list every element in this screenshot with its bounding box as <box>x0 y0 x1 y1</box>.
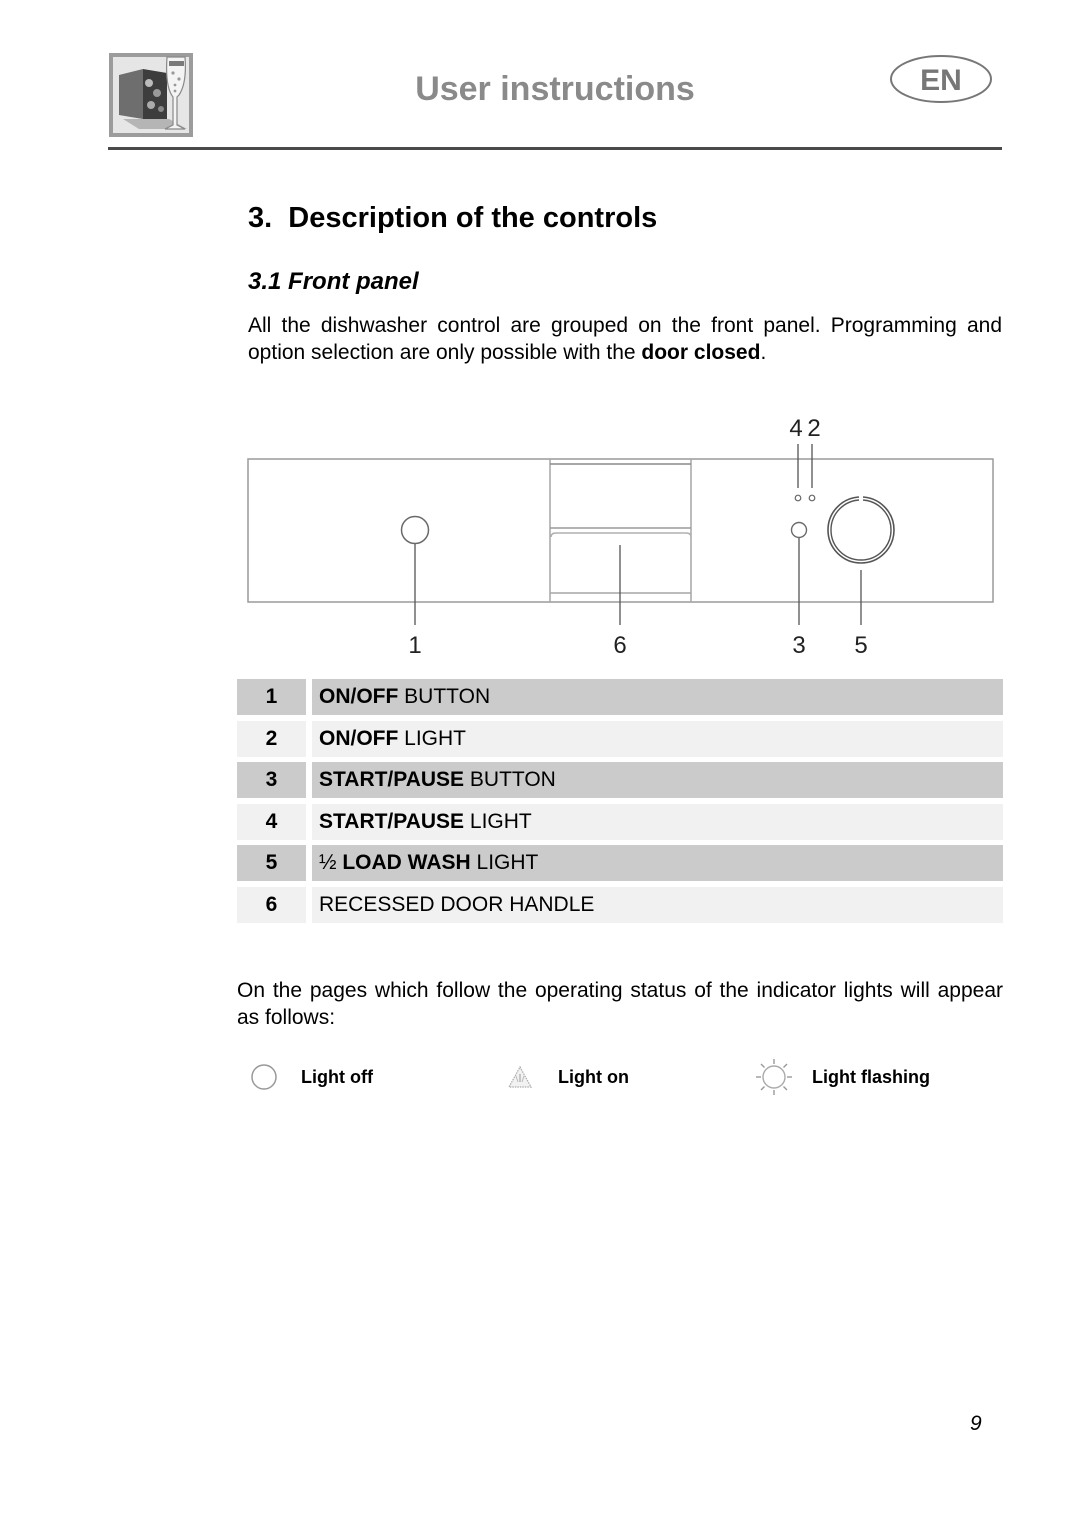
indicator-light-on: Light on <box>506 1057 629 1097</box>
table-row: 6 RECESSED DOOR HANDLE <box>237 886 1003 923</box>
label-normal: RECESSED DOOR HANDLE <box>319 892 595 916</box>
front-panel-diagram: 1 6 3 5 4 2 <box>240 410 1005 660</box>
table-row: 5 ½ LOAD WASH LIGHT <box>237 845 1003 882</box>
label-prefix: ½ <box>319 851 343 875</box>
row-label: ON/OFF LIGHT <box>312 720 1003 757</box>
light-flashing-icon <box>754 1057 794 1097</box>
intro-bold-text: door closed <box>641 341 761 364</box>
callout-number-4: 4 <box>789 415 802 442</box>
callout-number-2: 2 <box>807 415 820 442</box>
label-bold: START/PAUSE <box>319 809 465 833</box>
page-number: 9 <box>970 1412 982 1435</box>
label-normal: LIGHT <box>398 726 467 750</box>
callout-number-1: 1 <box>408 632 421 659</box>
row-label: ON/OFF BUTTON <box>312 679 1003 715</box>
indicator-label: Light off <box>301 1066 373 1087</box>
intro-paragraph: All the dishwasher control are grouped o… <box>248 312 1002 366</box>
controls-table: 1 ON/OFF BUTTON 2 ON/OFF LIGHT 3 START/P… <box>237 679 1003 929</box>
indicator-light-off: Light off <box>249 1057 373 1097</box>
row-number: 3 <box>237 762 306 799</box>
row-label: ½ LOAD WASH LIGHT <box>312 845 1003 882</box>
table-row: 4 START/PAUSE LIGHT <box>237 803 1003 840</box>
label-bold: ON/OFF <box>319 685 399 708</box>
table-row: 1 ON/OFF BUTTON <box>237 679 1003 715</box>
row-label: RECESSED DOOR HANDLE <box>312 886 1003 923</box>
section-title: 3. Description of the controls <box>248 202 658 234</box>
row-number: 6 <box>237 886 306 923</box>
start-pause-button-shape <box>790 521 808 539</box>
light-on-icon <box>506 1062 534 1092</box>
indicator-label: Light on <box>558 1066 629 1087</box>
label-normal: BUTTON <box>464 768 556 792</box>
on-off-light-shape <box>808 494 816 502</box>
label-bold: ON/OFF <box>319 726 399 750</box>
language-badge: EN <box>889 54 993 104</box>
row-label: START/PAUSE BUTTON <box>312 762 1003 799</box>
status-paragraph: On the pages which follow the operating … <box>237 979 1003 1029</box>
table-row: 3 START/PAUSE BUTTON <box>237 762 1003 799</box>
intro-text: All the dishwasher control are grouped o… <box>248 314 1002 364</box>
callout-number-5: 5 <box>854 632 867 659</box>
header-divider <box>108 147 1002 150</box>
row-number: 1 <box>237 679 306 715</box>
subsection-title: 3.1 Front panel <box>248 268 419 295</box>
table-row: 2 ON/OFF LIGHT <box>237 720 1003 757</box>
indicator-label: Light flashing <box>812 1066 930 1087</box>
callout-number-3: 3 <box>792 632 805 659</box>
row-label: START/PAUSE LIGHT <box>312 803 1003 840</box>
indicator-light-flashing: Light flashing <box>754 1057 930 1097</box>
label-bold: LOAD WASH <box>342 851 471 875</box>
label-normal: LIGHT <box>470 851 539 875</box>
row-number: 4 <box>237 803 306 840</box>
language-badge-label: EN <box>920 64 962 97</box>
row-number: 2 <box>237 720 306 757</box>
start-pause-light-shape <box>794 494 802 502</box>
intro-end: . <box>760 341 767 364</box>
label-normal: BUTTON <box>398 685 491 708</box>
on-off-button-shape <box>400 515 430 545</box>
label-bold: START/PAUSE <box>319 768 465 792</box>
light-off-icon <box>249 1062 279 1092</box>
row-number: 5 <box>237 845 306 882</box>
callout-number-6: 6 <box>613 632 626 659</box>
label-normal: LIGHT <box>464 809 532 833</box>
